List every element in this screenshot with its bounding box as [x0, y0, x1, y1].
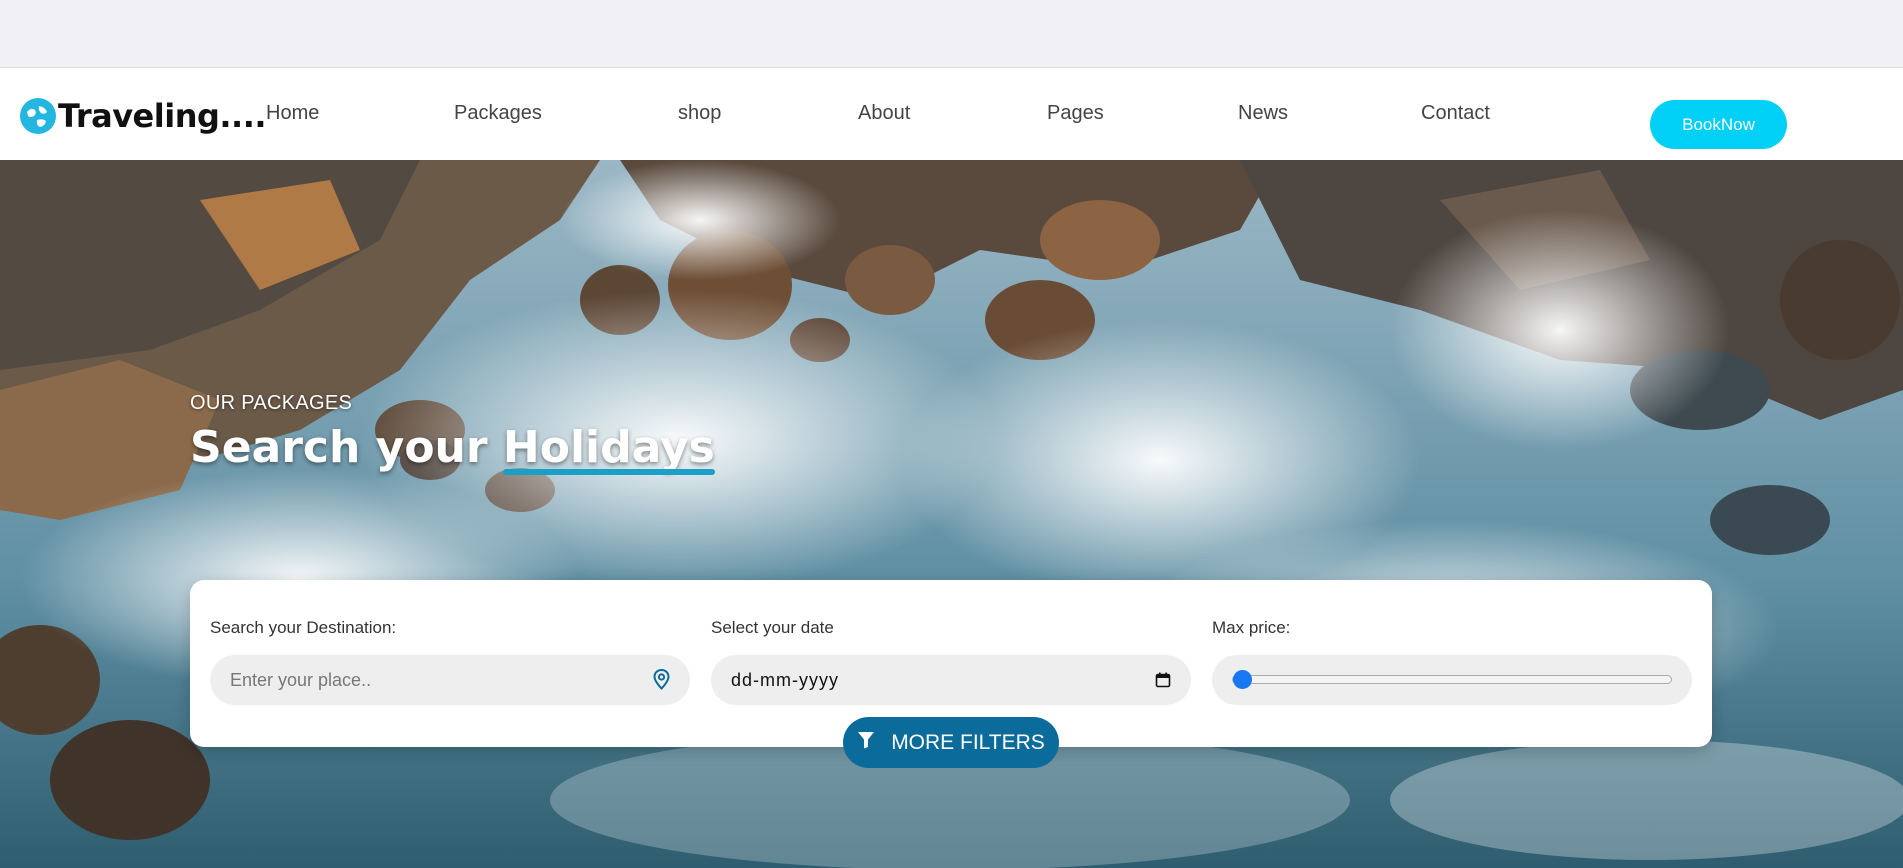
destination-input-wrapper [210, 655, 690, 705]
nav-news[interactable]: News [1238, 102, 1288, 125]
price-field: Max price: [1212, 618, 1692, 705]
nav-home[interactable]: Home [266, 102, 319, 125]
more-filters-label: MORE FILTERS [891, 730, 1045, 754]
price-slider-wrapper [1212, 655, 1692, 705]
date-label: Select your date [711, 618, 834, 637]
nav-shop[interactable]: shop [678, 102, 721, 125]
price-slider-thumb[interactable] [1233, 670, 1252, 689]
logo-text: Traveling.... [58, 97, 267, 135]
location-pin-icon [653, 668, 670, 695]
date-field: Select your date dd-mm-yyyy [711, 618, 1191, 705]
nav-contact[interactable]: Contact [1421, 102, 1490, 125]
price-label: Max price: [1212, 618, 1291, 637]
nav-packages[interactable]: Packages [454, 102, 542, 125]
more-filters-button[interactable]: MORE FILTERS [843, 717, 1059, 768]
hero-section: OUR PACKAGES Search your Holidays Search… [0, 160, 1903, 868]
date-value: dd-mm-yyyy [731, 669, 839, 690]
date-input[interactable]: dd-mm-yyyy [711, 655, 1191, 705]
filter-icon [857, 731, 875, 755]
globe-icon [20, 98, 56, 134]
price-slider-track[interactable] [1232, 675, 1672, 684]
logo[interactable]: Traveling.... [20, 96, 267, 136]
top-bar [0, 0, 1903, 68]
hero-headline: Search your Holidays [190, 422, 715, 475]
destination-label: Search your Destination: [210, 618, 397, 637]
headline-highlight: Holidays [502, 422, 715, 475]
destination-field: Search your Destination: [210, 618, 690, 705]
destination-input[interactable] [230, 669, 670, 691]
book-now-button[interactable]: BookNow [1650, 100, 1787, 149]
nav-pages[interactable]: Pages [1047, 102, 1104, 125]
hero-eyebrow: OUR PACKAGES [190, 392, 353, 414]
calendar-icon[interactable] [1155, 672, 1171, 688]
nav-about[interactable]: About [858, 102, 910, 125]
headline-prefix: Search your [190, 422, 503, 473]
navbar: Traveling.... Home Packages shop About P… [0, 68, 1903, 160]
